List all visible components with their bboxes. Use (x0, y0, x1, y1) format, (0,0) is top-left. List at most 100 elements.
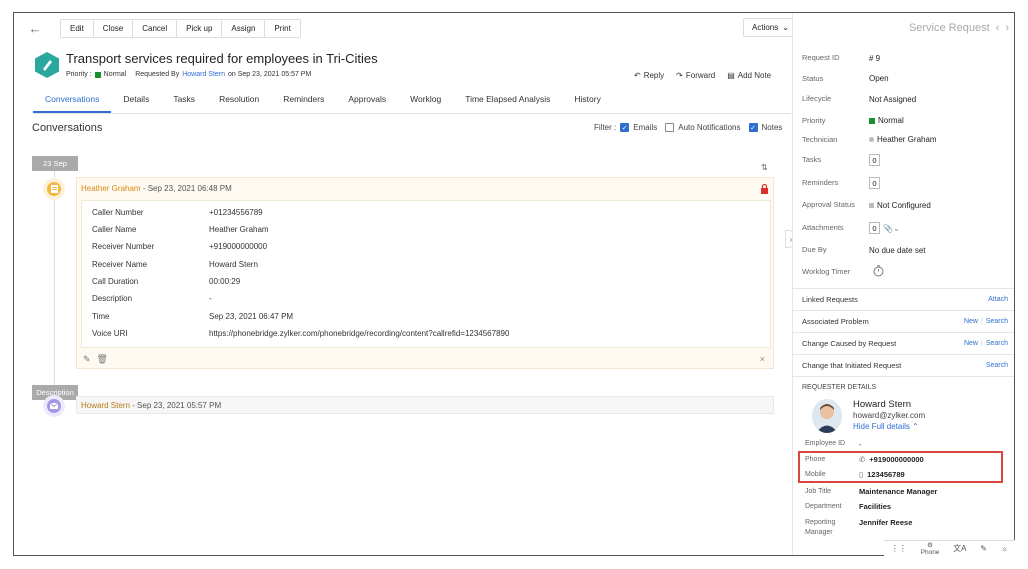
lightbulb-icon[interactable]: ☼ (1001, 544, 1008, 553)
paperclip-icon[interactable]: 📎⌄ (883, 224, 900, 233)
lifecycle-value[interactable]: Not Assigned (869, 95, 916, 104)
search-link[interactable]: Search (986, 318, 1008, 325)
mobile-value[interactable]: ▯ 123456789 (859, 470, 905, 479)
tab-tasks[interactable]: Tasks (161, 91, 207, 113)
delete-trash-icon[interactable]: 🗑 (97, 354, 108, 365)
close-icon[interactable]: × (760, 354, 765, 364)
cancel-button[interactable]: Cancel (133, 19, 178, 37)
service-request-icon (35, 52, 59, 78)
prop-label: Attachments (802, 223, 844, 232)
note-author[interactable]: Heather Graham (81, 184, 141, 193)
note-time: - Sep 23, 2021 06:48 PM (142, 184, 232, 193)
field-label: Caller Number (92, 208, 144, 217)
tab-approvals[interactable]: Approvals (336, 91, 398, 113)
forward-icon: ↷ (676, 71, 683, 80)
filter-notes-checkbox[interactable]: ✓ (748, 123, 758, 132)
technician-value[interactable]: Heather Graham (869, 135, 937, 144)
conversation-filter: Filter : ✓ Emails Auto Notifications ✓ N… (594, 123, 782, 132)
actions-dropdown[interactable]: Actions ⌄ (743, 18, 798, 37)
add-note-button[interactable]: ▤ Add Note (727, 71, 771, 80)
prop-label: Approval Status (802, 200, 855, 209)
priority-value-field[interactable]: Normal (869, 116, 904, 125)
note-field-row: Description - (92, 294, 212, 303)
change-initiated-section: Change that Initiated Request Search (793, 354, 1014, 376)
associated-problem-section: Associated Problem New | Search (793, 310, 1014, 332)
tab-conversations[interactable]: Conversations (33, 91, 112, 113)
prop-label: Request ID (802, 53, 840, 62)
add-note-label: Add Note (737, 71, 772, 80)
phone-value[interactable]: ✆ +919000000000 (859, 455, 924, 464)
chevron-up-icon: ⌃ (912, 422, 919, 431)
note-actions: ✎ 🗑 (83, 354, 108, 365)
tab-reminders[interactable]: Reminders (271, 91, 336, 113)
field-label: Receiver Name (92, 260, 148, 269)
description-card[interactable]: Howard Stern - Sep 23, 2021 05:57 PM (76, 396, 774, 414)
filter-label: Filter : (594, 123, 617, 132)
filter-auto-notifications-checkbox[interactable] (665, 123, 675, 132)
tasks-count: 0 (869, 154, 880, 166)
back-arrow-icon[interactable]: ← (24, 18, 46, 38)
linked-requests-section: Linked Requests Attach (793, 288, 1014, 310)
date-pill: 23 Sep (32, 156, 78, 171)
note-card: Heather Graham - Sep 23, 2021 06:48 PM C… (76, 177, 774, 369)
sort-icon[interactable]: ⇅ (761, 163, 768, 172)
hide-full-details-link[interactable]: Hide Full details ⌃ (853, 422, 919, 431)
tasks-value[interactable]: 0 (869, 154, 880, 166)
detail-label: Employee ID (805, 440, 846, 447)
tab-resolution[interactable]: Resolution (207, 91, 271, 113)
field-value: Howard Stern (209, 260, 258, 269)
filter-emails-checkbox[interactable]: ✓ (620, 123, 630, 132)
phone-widget-button[interactable]: ⚙ Phone (921, 542, 940, 556)
due-by-value[interactable]: No due date set (869, 246, 925, 255)
field-value: 00:00:29 (209, 277, 241, 286)
attachments-value[interactable]: 0 📎⌄ (869, 222, 900, 234)
approval-status-text: Not Configured (877, 201, 931, 210)
tab-details[interactable]: Details (111, 91, 161, 113)
attach-link[interactable]: Attach (988, 296, 1008, 303)
tab-time-elapsed-analysis[interactable]: Time Elapsed Analysis (453, 91, 562, 113)
field-value[interactable]: https://phonebridge.zylker.com/phonebrid… (209, 329, 509, 338)
assign-button[interactable]: Assign (222, 19, 266, 37)
section-links: New | Search (963, 318, 1008, 325)
print-button[interactable]: Print (265, 19, 300, 37)
reply-button[interactable]: ↶ Reply (634, 71, 664, 80)
field-label: Call Duration (92, 277, 139, 286)
dialpad-grid-icon[interactable]: ⋮⋮ (891, 544, 907, 553)
phone-icon: ✆ (859, 455, 866, 464)
section-label: Change Caused by Request (802, 339, 897, 348)
field-value: - (209, 294, 212, 303)
requester-link[interactable]: Howard Stern (182, 71, 225, 78)
stopwatch-icon[interactable] (873, 265, 884, 277)
status-square-icon (869, 203, 874, 208)
forward-button[interactable]: ↷ Forward (676, 71, 715, 80)
search-link[interactable]: Search (986, 340, 1008, 347)
translate-icon[interactable]: 文A (953, 543, 966, 554)
new-link[interactable]: New (964, 340, 978, 347)
mail-icon (47, 399, 61, 413)
reminders-value[interactable]: 0 (869, 177, 880, 189)
edit-button[interactable]: Edit (61, 19, 94, 37)
tab-worklog[interactable]: Worklog (398, 91, 453, 113)
description-author[interactable]: Howard Stern (81, 401, 130, 410)
mobile-number: 123456789 (867, 470, 905, 479)
section-label: Linked Requests (802, 295, 858, 304)
request-meta: Priority : Normal Requested By Howard St… (66, 71, 311, 78)
change-caused-section: Change Caused by Request New | Search (793, 332, 1014, 354)
status-dot-icon (869, 137, 874, 142)
status-value[interactable]: Open (869, 74, 889, 83)
pickup-button[interactable]: Pick up (177, 19, 223, 37)
priority-label: Priority : (66, 71, 92, 78)
close-button[interactable]: Close (93, 19, 134, 37)
search-link[interactable]: Search (986, 362, 1008, 369)
next-chevron-icon[interactable]: › (1005, 22, 1009, 34)
field-value: +01234556789 (209, 208, 263, 217)
edit-note-icon[interactable]: ✎ (980, 544, 987, 553)
filter-notes-label: Notes (761, 123, 783, 132)
tab-history[interactable]: History (562, 91, 612, 113)
requester-email: howard@zylker.com (853, 411, 926, 420)
actions-label: Actions (752, 23, 779, 32)
edit-pencil-icon[interactable]: ✎ (83, 354, 91, 365)
forward-label: Forward (685, 71, 716, 80)
prev-chevron-icon[interactable]: ‹ (996, 22, 1000, 34)
new-link[interactable]: New (964, 318, 978, 325)
